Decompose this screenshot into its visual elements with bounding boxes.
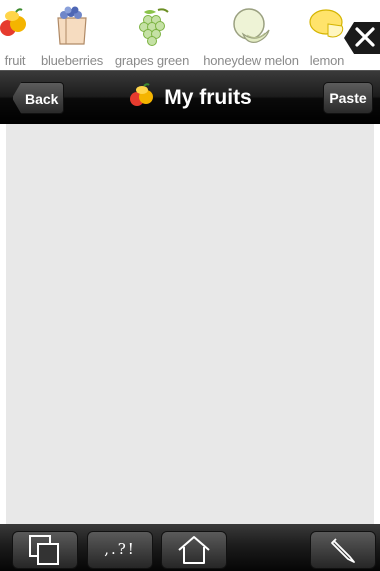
blueberries-icon — [54, 6, 90, 51]
mixed-fruit-icon — [0, 6, 32, 45]
grapes-icon — [130, 6, 174, 51]
symbol-grid-area[interactable] — [6, 124, 374, 527]
strip-item-blueberries[interactable]: blueberries — [36, 0, 108, 70]
navigation-bar: Back My fruits Paste — [0, 70, 380, 124]
strip-item-label: honeydew melon — [203, 53, 299, 68]
strip-item-grapes-green[interactable]: grapes green — [107, 0, 197, 70]
edit-button[interactable] — [310, 531, 376, 569]
melon-icon — [229, 6, 273, 51]
page-title: My fruits — [164, 86, 252, 109]
strip-item-label: fruit — [4, 53, 26, 68]
strip-item-fruit[interactable]: fruit — [0, 0, 36, 70]
symbol-strip[interactable]: fruit blueberries grapes green honeydew … — [0, 0, 380, 70]
home-button[interactable] — [161, 531, 227, 569]
punctuation-label: ,.?! — [104, 540, 136, 558]
strip-item-label: blueberries — [40, 53, 104, 68]
app-root: fruit blueberries grapes green honeydew … — [0, 0, 380, 571]
pencil-icon — [331, 538, 355, 563]
strip-item-honeydew-melon[interactable]: honeydew melon — [196, 0, 306, 70]
paste-button[interactable]: Paste — [323, 82, 373, 114]
copy-windows-icon — [29, 535, 59, 565]
strip-item-label: lemon — [309, 53, 345, 68]
home-icon — [178, 536, 210, 564]
mixed-fruit-icon — [128, 82, 156, 114]
bottom-toolbar: ,.?! — [0, 524, 380, 571]
strip-item-lemon[interactable]: lemon — [302, 0, 352, 70]
lemon-icon — [306, 6, 348, 47]
copy-button[interactable] — [12, 531, 78, 569]
strip-item-label: grapes green — [114, 53, 190, 68]
close-icon — [355, 27, 375, 47]
punctuation-button[interactable]: ,.?! — [87, 531, 153, 569]
symbol-strip-items: fruit blueberries grapes green honeydew … — [0, 0, 380, 70]
